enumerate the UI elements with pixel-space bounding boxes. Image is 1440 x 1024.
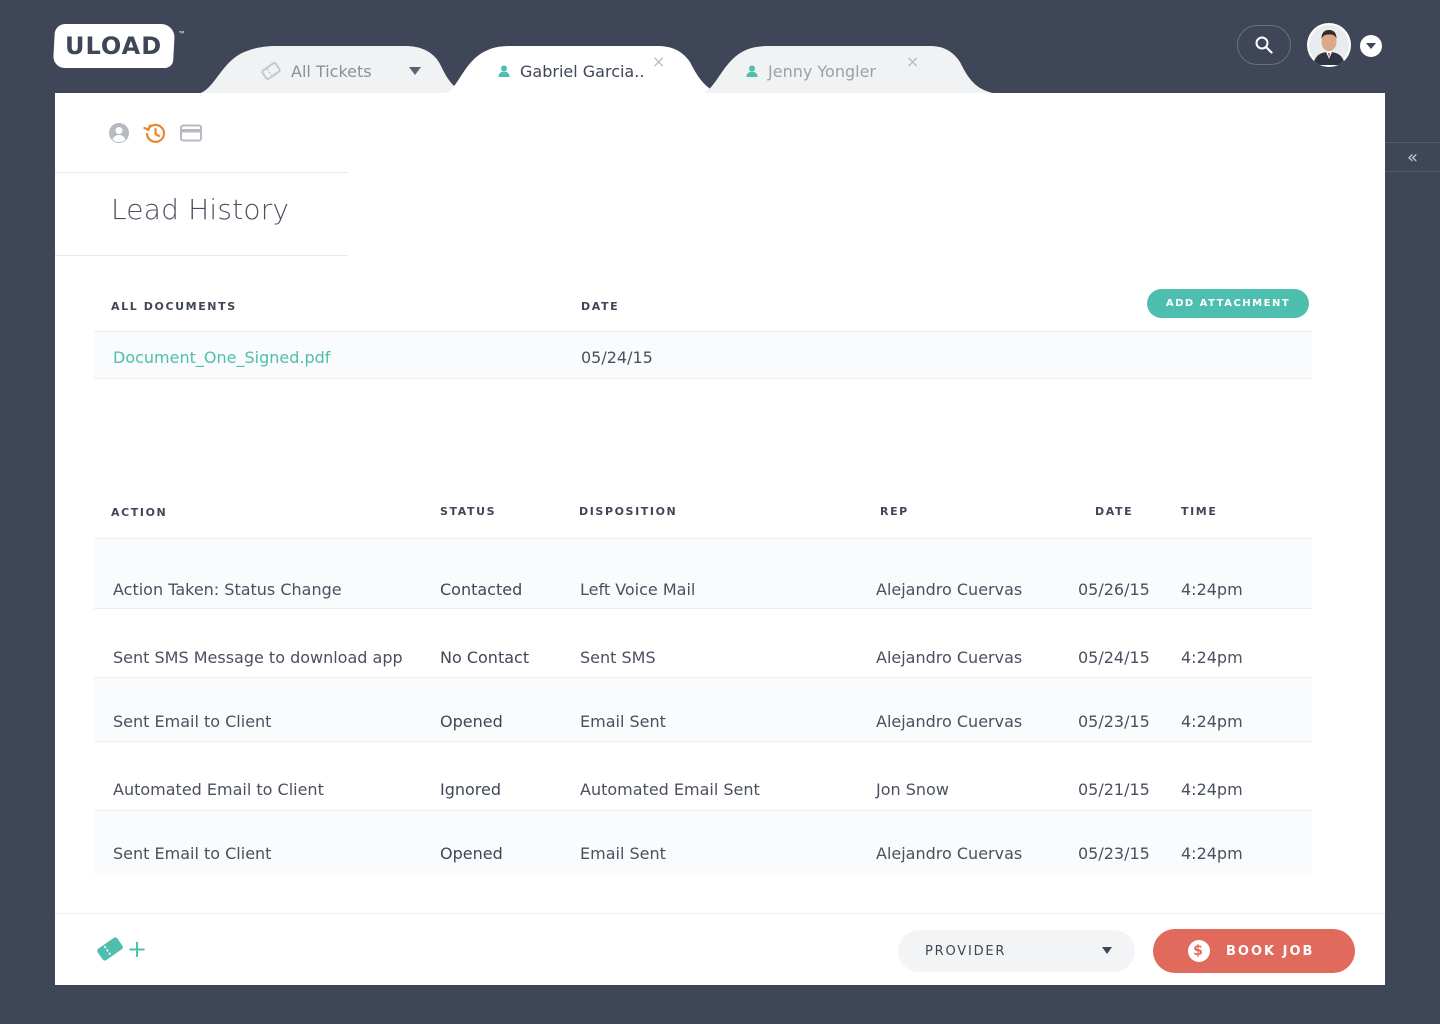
- history-action: Automated Email to Client: [113, 780, 324, 799]
- history-row: Automated Email to Client Ignored Automa…: [94, 742, 1312, 811]
- ticket-icon: [261, 62, 281, 80]
- history-header-date: DATE: [1095, 505, 1134, 518]
- tab-jenny-yongler[interactable]: Jenny Yongler ×: [700, 46, 1000, 96]
- main-card: Lead History ALL DOCUMENTS DATE ADD ATTA…: [55, 93, 1385, 985]
- history-date: 05/24/15: [1078, 648, 1150, 667]
- logo-text: ULOAD: [65, 32, 163, 60]
- credit-card-icon: [180, 124, 202, 142]
- history-date: 05/23/15: [1078, 712, 1150, 731]
- action-footer: + PROVIDER $ BOOK JOB: [55, 913, 1385, 985]
- provider-select[interactable]: PROVIDER: [898, 930, 1135, 972]
- history-status: Ignored: [440, 780, 502, 799]
- ticket-icon: [97, 937, 123, 961]
- history-disposition: Email Sent: [580, 844, 666, 863]
- history-disposition: Left Voice Mail: [580, 580, 696, 599]
- dollar-icon: $: [1188, 940, 1210, 962]
- history-rep: Alejandro Cuervas: [876, 712, 1023, 731]
- user-circle-icon: [109, 123, 129, 143]
- page-title: Lead History: [111, 193, 290, 226]
- history-row: Sent SMS Message to download app No Cont…: [94, 609, 1312, 678]
- trademark-mark: ™: [178, 30, 186, 39]
- history-header-action: ACTION: [111, 506, 168, 519]
- history-header-status: STATUS: [440, 505, 497, 518]
- history-status: No Contact: [440, 648, 530, 667]
- add-attachment-button[interactable]: ADD ATTACHMENT: [1147, 289, 1309, 318]
- book-job-button[interactable]: $ BOOK JOB: [1153, 929, 1355, 973]
- tab-all-tickets[interactable]: All Tickets: [195, 46, 470, 96]
- double-chevron-left-icon: «: [1406, 146, 1418, 168]
- history-disposition: Sent SMS: [580, 648, 656, 667]
- avatar-portrait: [1309, 25, 1349, 65]
- tab-label: All Tickets: [291, 61, 372, 81]
- history-date: 05/23/15: [1078, 844, 1150, 863]
- history-rep: Alejandro Cuervas: [876, 648, 1023, 667]
- history-status: Opened: [440, 712, 503, 731]
- document-row: Document_One_Signed.pdf 05/24/15: [94, 331, 1312, 379]
- history-row: Action Taken: Status Change Contacted Le…: [94, 538, 1312, 609]
- chevron-down-icon: [1366, 43, 1376, 49]
- book-job-label: BOOK JOB: [1226, 943, 1315, 959]
- history-row: Sent Email to Client Opened Email Sent A…: [94, 678, 1312, 742]
- profile-subnav: [107, 121, 203, 145]
- history-time: 4:24pm: [1181, 712, 1243, 731]
- history-action: Sent SMS Message to download app: [113, 648, 403, 667]
- search-button[interactable]: [1237, 25, 1291, 65]
- account-menu-button[interactable]: [1360, 35, 1382, 57]
- history-action: Action Taken: Status Change: [113, 580, 342, 599]
- history-date: 05/21/15: [1078, 780, 1150, 799]
- title-divider: [55, 255, 348, 256]
- subnav-divider: [55, 172, 348, 173]
- history-header-time: TIME: [1181, 505, 1218, 518]
- close-tab-icon[interactable]: ×: [906, 52, 919, 71]
- history-disposition: Email Sent: [580, 712, 666, 731]
- new-ticket-button[interactable]: +: [95, 934, 147, 964]
- uload-logo[interactable]: ULOAD: [52, 24, 176, 68]
- tab-label: Jenny Yongler: [768, 61, 876, 81]
- document-link[interactable]: Document_One_Signed.pdf: [113, 348, 330, 367]
- plus-icon: +: [127, 935, 148, 963]
- search-icon: [1255, 36, 1273, 54]
- history-time: 4:24pm: [1181, 780, 1243, 799]
- history-header-disposition: DISPOSITION: [579, 505, 678, 518]
- history-action: Sent Email to Client: [113, 844, 272, 863]
- history-rep: Jon Snow: [876, 780, 949, 799]
- collapse-panel-button[interactable]: «: [1385, 142, 1440, 172]
- provider-select-label: PROVIDER: [925, 943, 1007, 959]
- person-icon: [746, 65, 758, 77]
- close-tab-icon[interactable]: ×: [652, 52, 665, 71]
- history-time: 4:24pm: [1181, 580, 1243, 599]
- history-rep: Alejandro Cuervas: [876, 844, 1023, 863]
- billing-tab[interactable]: [179, 121, 203, 145]
- profile-tab[interactable]: [107, 121, 131, 145]
- history-row: Sent Email to Client Opened Email Sent A…: [94, 811, 1312, 875]
- history-status: Contacted: [440, 580, 523, 599]
- document-date: 05/24/15: [581, 348, 653, 367]
- history-tab[interactable]: [143, 121, 167, 145]
- person-icon: [498, 65, 510, 77]
- history-disposition: Automated Email Sent: [580, 780, 760, 799]
- history-date: 05/26/15: [1078, 580, 1150, 599]
- chevron-down-icon[interactable]: [408, 66, 422, 76]
- history-rep: Alejandro Cuervas: [876, 580, 1023, 599]
- tab-label: Gabriel Garcia..: [520, 61, 645, 81]
- history-header-rep: REP: [880, 505, 909, 518]
- tab-gabriel-garcia[interactable]: Gabriel Garcia.. ×: [440, 46, 730, 96]
- history-action: Sent Email to Client: [113, 712, 272, 731]
- history-time: 4:24pm: [1181, 844, 1243, 863]
- history-status: Opened: [440, 844, 503, 863]
- history-icon: [143, 123, 166, 143]
- documents-header-name: ALL DOCUMENTS: [111, 300, 237, 313]
- documents-header-date: DATE: [581, 300, 620, 313]
- user-avatar[interactable]: [1307, 23, 1351, 67]
- history-time: 4:24pm: [1181, 648, 1243, 667]
- chevron-down-icon: [1102, 947, 1112, 954]
